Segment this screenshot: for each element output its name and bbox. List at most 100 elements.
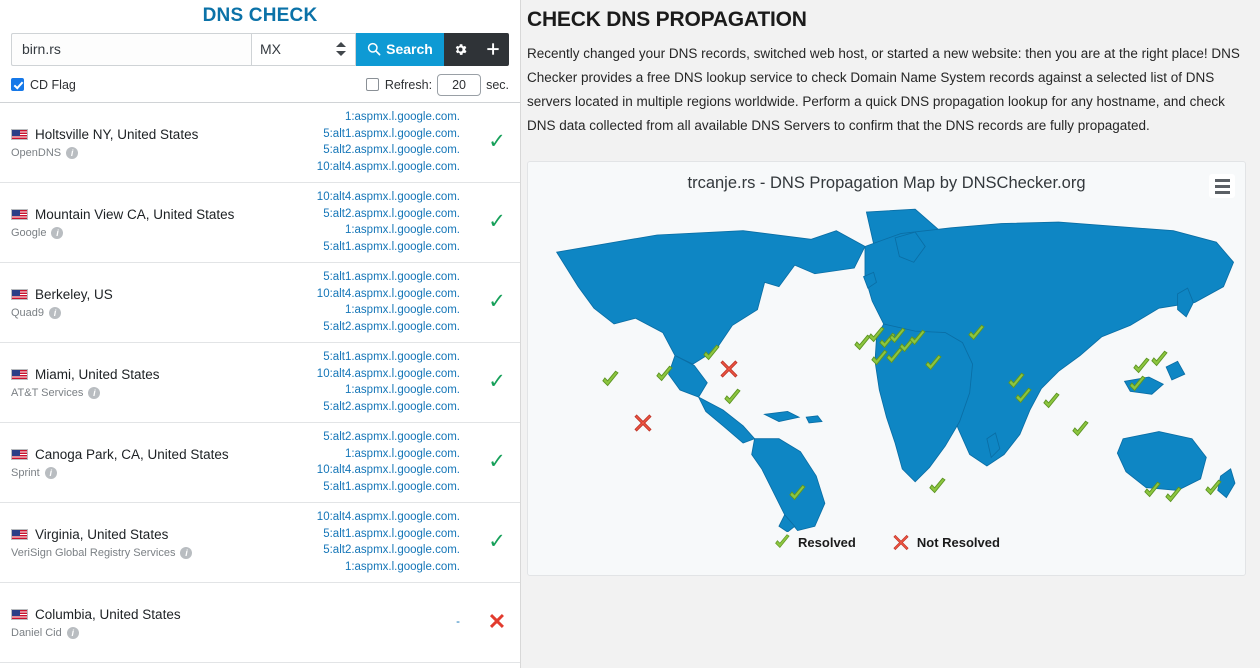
location-name: Mountain View CA, United States: [11, 206, 308, 223]
isp-label: VeriSign Global Registry Services: [11, 546, 176, 559]
dns-records: 5:alt2.aspmx.l.google.com. 1:aspmx.l.goog…: [308, 429, 474, 495]
green-check-icon: [775, 534, 790, 548]
refresh-checkbox[interactable]: [365, 78, 379, 92]
dns-record-value[interactable]: 5:alt1.aspmx.l.google.com.: [308, 126, 460, 143]
result-location: Columbia, United States Daniel Cid i: [0, 606, 308, 639]
hamburger-menu-icon[interactable]: [1209, 174, 1235, 198]
table-row: Virginia, United States VeriSign Global R…: [0, 501, 520, 582]
map-marker-resolved[interactable]: [1202, 479, 1223, 499]
location-label: Berkeley, US: [35, 286, 113, 302]
location-label: Virginia, United States: [35, 526, 169, 542]
dns-record-value: -: [456, 615, 460, 628]
dns-record-value[interactable]: 5:alt1.aspmx.l.google.com.: [308, 526, 460, 543]
dns-record-value[interactable]: 5:alt2.aspmx.l.google.com.: [308, 206, 460, 223]
search-icon: [367, 43, 381, 56]
domain-input[interactable]: [11, 33, 251, 66]
info-icon[interactable]: i: [49, 306, 62, 319]
propagation-map-card: trcanje.rs - DNS Propagation Map by DNSC…: [527, 161, 1246, 576]
dns-record-value[interactable]: 1:aspmx.l.google.com.: [308, 109, 460, 126]
info-icon[interactable]: i: [66, 146, 79, 159]
location-name: Virginia, United States: [11, 526, 308, 543]
map-marker-resolved[interactable]: [722, 389, 743, 408]
info-icon[interactable]: i: [51, 226, 64, 239]
search-button-label: Search: [386, 41, 433, 58]
map-legend: Resolved Not Resolved: [528, 534, 1245, 551]
refresh-interval-input[interactable]: 20: [437, 73, 482, 96]
check-icon: ✓: [488, 370, 506, 394]
us-flag-icon: [11, 608, 28, 620]
info-icon[interactable]: i: [180, 546, 193, 559]
dns-record-value[interactable]: 5:alt2.aspmx.l.google.com.: [308, 399, 460, 416]
map-marker-resolved[interactable]: [966, 324, 987, 344]
dns-record-value[interactable]: 1:aspmx.l.google.com.: [308, 222, 460, 239]
record-type-select[interactable]: MX: [251, 33, 356, 66]
isp-row: Google i: [11, 226, 308, 239]
map-marker-resolved[interactable]: [1148, 351, 1169, 370]
legend-item-resolved: Resolved: [773, 534, 856, 551]
dns-record-value[interactable]: 10:alt4.aspmx.l.google.com.: [308, 462, 460, 479]
map-marker-resolved[interactable]: [1070, 420, 1091, 439]
map-marker-resolved[interactable]: [600, 370, 621, 390]
dns-record-value[interactable]: 5:alt1.aspmx.l.google.com.: [308, 479, 460, 496]
dns-record-value[interactable]: 5:alt1.aspmx.l.google.com.: [308, 269, 460, 286]
refresh-unit-label: sec.: [486, 77, 509, 92]
dns-record-value[interactable]: 10:alt4.aspmx.l.google.com.: [308, 366, 460, 383]
map-marker-resolved[interactable]: [786, 484, 807, 504]
status-badge: ✓: [474, 531, 520, 553]
dns-record-value[interactable]: 5:alt2.aspmx.l.google.com.: [308, 142, 460, 159]
dns-records: 1:aspmx.l.google.com. 5:alt1.aspmx.l.goog…: [308, 109, 474, 175]
map-marker-resolved[interactable]: [923, 354, 944, 373]
map-marker-resolved[interactable]: [1141, 481, 1162, 500]
search-button[interactable]: Search: [356, 33, 444, 66]
isp-row: Sprint i: [11, 466, 308, 479]
dns-records: 10:alt4.aspmx.l.google.com. 5:alt1.aspmx.…: [308, 509, 474, 575]
result-location: Canoga Park, CA, United States Sprint i: [0, 446, 308, 479]
table-row: Berkeley, US Quad9 i 5:alt1.aspmx.l.google.…: [0, 261, 520, 342]
dns-record-value[interactable]: 1:aspmx.l.google.com.: [308, 382, 460, 399]
status-badge: ✕: [474, 610, 520, 634]
map-marker-not-resolved[interactable]: [718, 359, 739, 378]
add-server-button[interactable]: [476, 33, 509, 66]
info-icon[interactable]: i: [88, 386, 101, 399]
map-marker-resolved[interactable]: [883, 347, 904, 367]
map-marker-resolved[interactable]: [1012, 387, 1033, 406]
propagation-panel: CHECK DNS PROPAGATION Recently changed y…: [521, 0, 1260, 668]
isp-label: Daniel Cid: [11, 626, 62, 639]
map-marker-resolved[interactable]: [654, 365, 675, 385]
status-badge: ✓: [474, 211, 520, 233]
dns-checker-app: DNS CHECK MX Search: [0, 0, 1260, 668]
map-marker-resolved[interactable]: [926, 478, 947, 497]
map-marker-not-resolved[interactable]: [632, 414, 653, 433]
dns-record-value[interactable]: 5:alt2.aspmx.l.google.com.: [308, 542, 460, 559]
legend-label-not-resolved: Not Resolved: [916, 535, 1000, 550]
dns-record-value[interactable]: 5:alt2.aspmx.l.google.com.: [308, 319, 460, 336]
info-icon[interactable]: i: [66, 626, 79, 639]
dns-record-value[interactable]: 10:alt4.aspmx.l.google.com.: [308, 159, 460, 176]
isp-row: Quad9 i: [11, 306, 308, 319]
status-badge: ✓: [474, 131, 520, 153]
cd-flag-checkbox[interactable]: [11, 78, 24, 92]
settings-button[interactable]: [444, 33, 476, 66]
map-marker-resolved[interactable]: [1127, 375, 1148, 395]
info-icon[interactable]: i: [44, 466, 57, 479]
table-row: Miami, United States AT&T Services i 5:alt1…: [0, 341, 520, 422]
dns-record-value[interactable]: 1:aspmx.l.google.com.: [308, 559, 460, 576]
page-title: DNS CHECK: [202, 5, 318, 26]
result-location: Mountain View CA, United States Google i: [0, 206, 308, 239]
gear-icon: [455, 44, 466, 55]
dns-record-value[interactable]: 5:alt1.aspmx.l.google.com.: [308, 239, 460, 256]
dns-record-value[interactable]: 5:alt1.aspmx.l.google.com.: [308, 349, 460, 366]
dns-record-value[interactable]: 5:alt2.aspmx.l.google.com.: [308, 429, 460, 446]
search-bar: MX Search: [11, 33, 509, 66]
map-marker-resolved[interactable]: [1163, 486, 1184, 505]
map-marker-resolved[interactable]: [906, 329, 927, 348]
dns-record-value[interactable]: 10:alt4.aspmx.l.google.com.: [308, 189, 460, 206]
dns-record-value[interactable]: 10:alt4.aspmx.l.google.com.: [308, 286, 460, 303]
map-marker-resolved[interactable]: [1041, 392, 1062, 411]
isp-row: AT&T Services i: [11, 386, 308, 399]
dns-records: 5:alt1.aspmx.l.google.com. 10:alt4.aspmx.…: [308, 269, 474, 335]
red-cross-icon: [893, 534, 909, 551]
dns-record-value[interactable]: 1:aspmx.l.google.com.: [308, 302, 460, 319]
dns-record-value[interactable]: 10:alt4.aspmx.l.google.com.: [308, 509, 460, 526]
dns-record-value[interactable]: 1:aspmx.l.google.com.: [308, 446, 460, 463]
